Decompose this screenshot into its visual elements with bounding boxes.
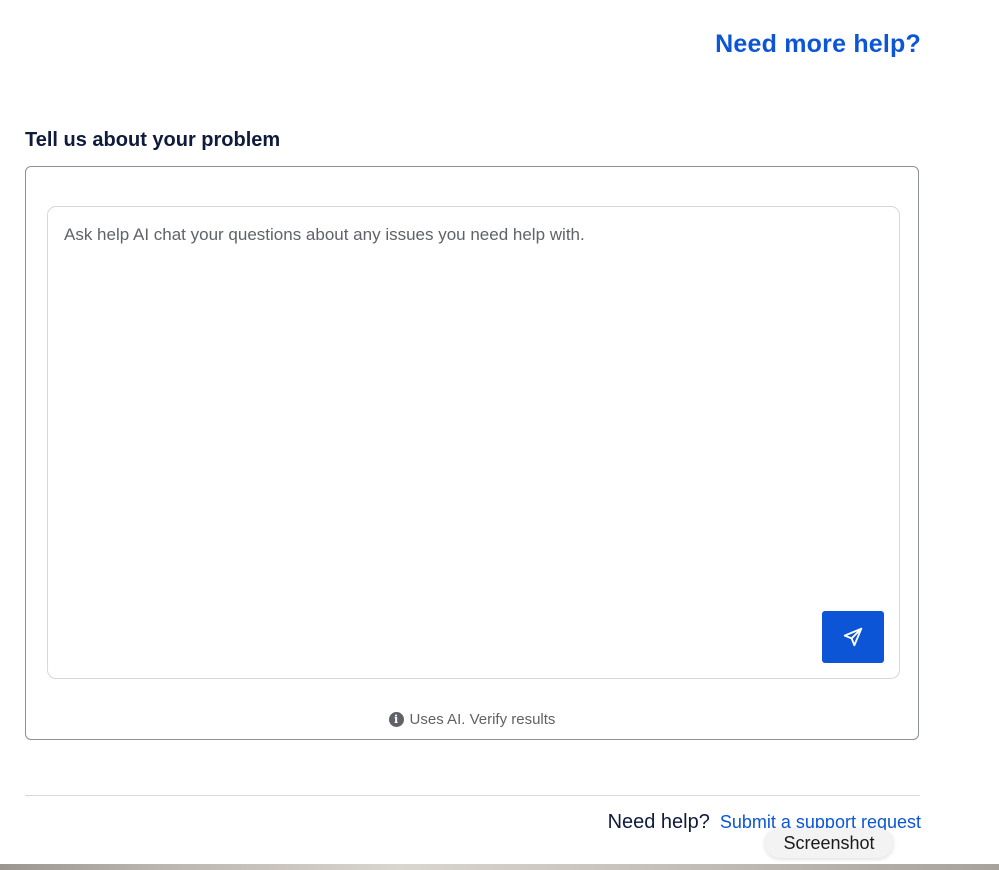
page: Need more help? Tell us about your probl…: [0, 0, 999, 870]
problem-card: i Uses AI. Verify results: [25, 166, 919, 740]
chat-input[interactable]: [48, 207, 899, 678]
send-icon: [842, 626, 864, 648]
footer-divider: [25, 795, 920, 796]
ai-disclaimer-text: Uses AI. Verify results: [409, 711, 556, 728]
send-button[interactable]: [822, 611, 884, 663]
screenshot-tooltip: Screenshot: [765, 828, 893, 858]
section-title: Tell us about your problem: [25, 129, 281, 151]
ai-disclaimer: i Uses AI. Verify results: [26, 711, 918, 728]
chat-box: [47, 206, 900, 679]
background-window-strip: [0, 864, 999, 870]
need-more-help-link[interactable]: Need more help?: [715, 30, 921, 59]
info-icon: i: [388, 712, 404, 727]
footer-need-help-label: Need help?: [607, 811, 710, 833]
